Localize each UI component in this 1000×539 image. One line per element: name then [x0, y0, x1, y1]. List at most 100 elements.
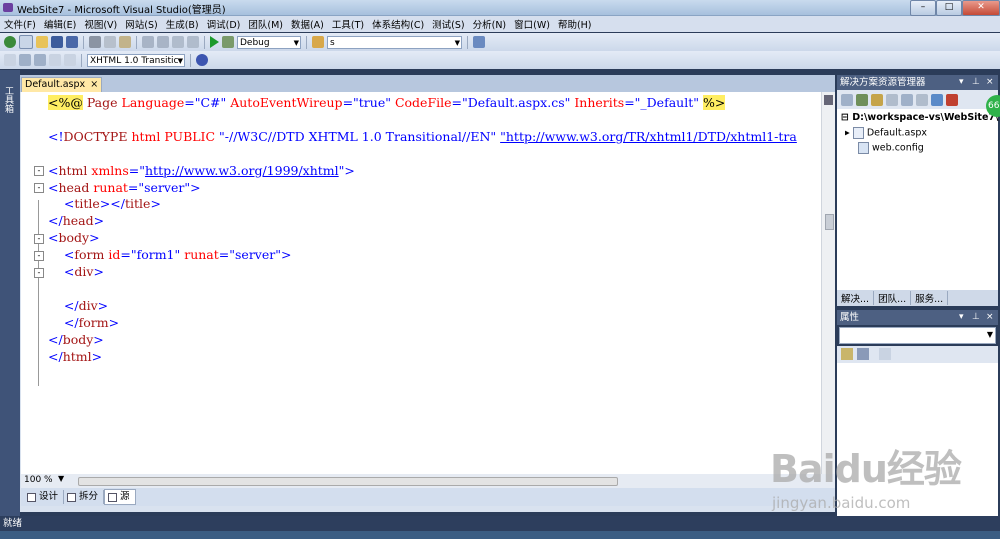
categorized-icon[interactable] — [841, 348, 853, 360]
autohide-icon[interactable]: ⊥ — [972, 75, 980, 90]
solution-explorer-icon[interactable] — [473, 36, 485, 48]
document-tab-strip — [20, 75, 835, 92]
code-line[interactable]: <div> — [48, 265, 104, 279]
close-button[interactable]: ✕ — [962, 0, 1000, 16]
code-line[interactable]: <form id="form1" runat="server"> — [48, 248, 292, 262]
nest-icon[interactable] — [886, 93, 898, 106]
menu-help[interactable]: 帮助(H) — [554, 17, 596, 31]
menu-edit[interactable]: 编辑(E) — [40, 17, 80, 31]
editor-vertical-scrollbar[interactable] — [821, 92, 835, 474]
tree-root-label: D:\workspace-vs\WebSite7\ — [852, 112, 999, 123]
menu-team[interactable]: 团队(M) — [244, 17, 287, 31]
fold-div-icon[interactable]: - — [34, 268, 44, 278]
find-in-files-icon[interactable] — [312, 36, 324, 48]
code-line[interactable]: </head> — [48, 214, 104, 228]
code-line[interactable]: </body> — [48, 332, 104, 347]
pin-icon[interactable]: ▾ — [959, 310, 964, 325]
tab-default-aspx[interactable]: Default.aspx × — [21, 77, 103, 92]
open-folder-icon[interactable] — [36, 36, 48, 48]
view-code-icon[interactable] — [901, 93, 913, 106]
chevron-down-icon[interactable]: ▼ — [987, 330, 993, 339]
properties-icon[interactable] — [841, 93, 853, 106]
view-designer-icon[interactable] — [916, 93, 928, 106]
code-line[interactable]: <title></title> — [48, 197, 161, 211]
code-line[interactable]: <!DOCTYPE html PUBLIC "-//W3C//DTD XHTML… — [48, 129, 797, 144]
property-pages-icon[interactable] — [879, 348, 891, 360]
code-editor[interactable]: - - - - - <%@ Page Language="C#" AutoEve… — [21, 92, 821, 474]
menu-data[interactable]: 数据(A) — [287, 17, 328, 31]
fold-html-icon[interactable]: - — [34, 166, 44, 176]
cut-icon[interactable] — [89, 36, 101, 48]
menu-website[interactable]: 网站(S) — [121, 17, 161, 31]
zoom-level[interactable]: 100 % — [24, 475, 53, 485]
find-combo[interactable]: s ▼ — [327, 35, 462, 49]
comment-icon[interactable] — [49, 54, 61, 66]
code-line[interactable]: </html> — [48, 349, 102, 364]
fold-form-icon[interactable]: - — [34, 251, 44, 261]
close-panel-icon[interactable]: × — [986, 310, 994, 325]
tab-server-explorer[interactable]: 服务... — [911, 291, 949, 305]
menu-tools[interactable]: 工具(T) — [328, 17, 368, 31]
undo-icon[interactable] — [142, 36, 154, 48]
refresh-icon[interactable] — [871, 93, 883, 106]
fold-body-icon[interactable]: - — [34, 234, 44, 244]
split-handle-icon[interactable] — [824, 95, 833, 105]
navigate-backward-icon[interactable] — [172, 36, 184, 48]
copy-icon[interactable] — [104, 36, 116, 48]
toolbox-strip[interactable]: 工具箱 — [0, 70, 20, 516]
uncomment-icon[interactable] — [64, 54, 76, 66]
editor-horizontal-scrollbar[interactable] — [78, 477, 618, 486]
copy-website-icon[interactable] — [931, 93, 943, 106]
solution-config-select[interactable]: Debug ▼ — [237, 35, 301, 49]
menu-build[interactable]: 生成(B) — [162, 17, 203, 31]
code-line[interactable]: </form> — [48, 315, 119, 330]
code-line[interactable]: </div> — [48, 298, 108, 313]
tab-design[interactable]: 设计 — [24, 490, 65, 504]
save-icon[interactable] — [51, 36, 63, 48]
tree-item-default-aspx[interactable]: ▸ Default.aspx — [845, 127, 927, 139]
menu-window[interactable]: 窗口(W) — [510, 17, 554, 31]
menu-file[interactable]: 文件(F) — [0, 17, 40, 31]
start-debugging-icon[interactable] — [210, 36, 219, 48]
attach-icon[interactable] — [222, 36, 234, 48]
menu-debug[interactable]: 调试(D) — [203, 17, 245, 31]
autohide-icon[interactable]: ⊥ — [972, 310, 980, 325]
menu-test[interactable]: 测试(S) — [428, 17, 468, 31]
doctype-select[interactable]: XHTML 1.0 Transitic ▼ — [87, 53, 185, 67]
minimize-button[interactable]: – — [910, 0, 936, 16]
tree-item-web-config[interactable]: web.config — [858, 142, 924, 154]
close-panel-icon[interactable]: × — [986, 75, 994, 90]
check-accessibility-icon[interactable] — [196, 54, 208, 66]
add-item-icon[interactable] — [19, 35, 33, 49]
tab-team-explorer[interactable]: 团队... — [874, 291, 912, 305]
new-folder-icon[interactable] — [856, 93, 868, 106]
fold-head-icon[interactable]: - — [34, 183, 44, 193]
asp-config-icon[interactable] — [946, 93, 958, 106]
tree-root[interactable]: ⊟ D:\workspace-vs\WebSite7\ — [841, 112, 999, 123]
indent-icon[interactable] — [19, 54, 31, 66]
menu-analyze[interactable]: 分析(N) — [469, 17, 511, 31]
code-line[interactable]: <head runat="server"> — [48, 180, 201, 195]
tab-split[interactable]: 拆分 — [64, 490, 105, 504]
menu-view[interactable]: 视图(V) — [80, 17, 121, 31]
code-line[interactable]: <html xmlns="http://www.w3.org/1999/xhtm… — [48, 163, 355, 178]
menu-architecture[interactable]: 体系结构(C) — [368, 17, 428, 31]
properties-object-select[interactable]: ▼ — [839, 327, 996, 344]
zoom-dropdown-icon[interactable]: ▼ — [58, 474, 64, 483]
alphabetical-icon[interactable] — [857, 348, 869, 360]
scroll-thumb[interactable] — [825, 214, 834, 230]
outdent-icon[interactable] — [34, 54, 46, 66]
maximize-button[interactable]: □ — [936, 0, 962, 16]
tab-solution-explorer[interactable]: 解决... — [837, 291, 875, 305]
code-line[interactable]: <body> — [48, 231, 100, 245]
navigate-forward-icon[interactable] — [187, 36, 199, 48]
save-all-icon[interactable] — [66, 36, 78, 48]
tab-source[interactable]: 源 — [104, 489, 136, 505]
format-icon[interactable] — [4, 54, 16, 66]
paste-icon[interactable] — [119, 36, 131, 48]
tab-close-icon[interactable]: × — [90, 78, 98, 92]
redo-icon[interactable] — [157, 36, 169, 48]
code-line[interactable]: <%@ Page Language="C#" AutoEventWireup="… — [48, 95, 726, 110]
pin-icon[interactable]: ▾ — [959, 75, 964, 90]
new-project-icon[interactable] — [4, 36, 16, 48]
